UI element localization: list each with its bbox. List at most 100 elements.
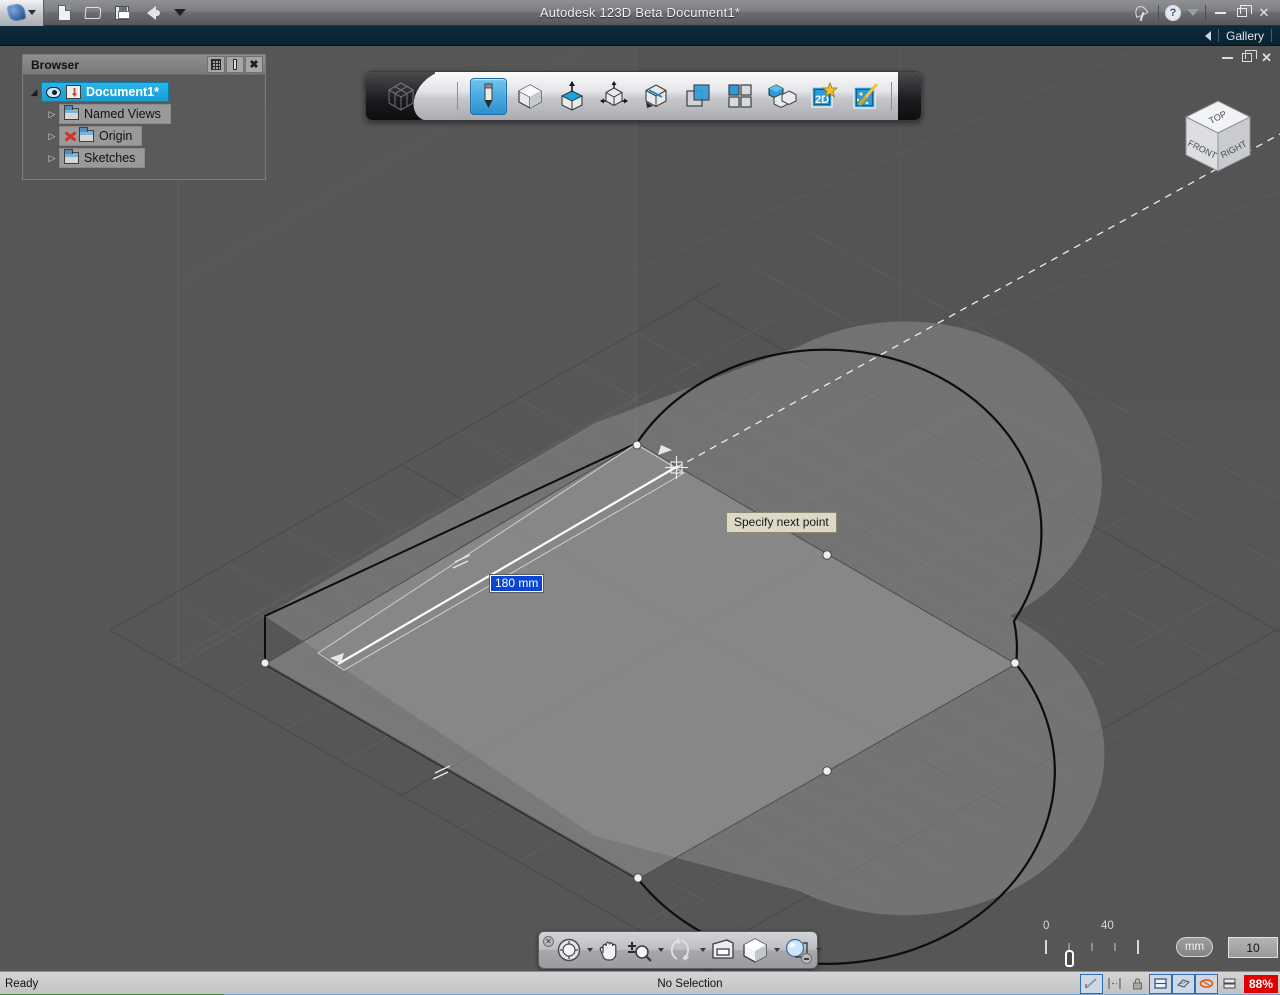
window-close-button[interactable]: ✕ [1256, 5, 1272, 21]
chevron-down-icon [174, 9, 186, 16]
steering-wheel-button[interactable] [555, 935, 583, 965]
app-window: Autodesk 123D Beta Document1* ? ✕ Galler… [0, 0, 1280, 995]
help-chevron-down-icon[interactable] [1187, 9, 1199, 16]
tree-node-named-views[interactable]: Named Views [59, 104, 171, 124]
scale-ruler[interactable] [1045, 940, 1165, 954]
orbit-dropdown[interactable] [700, 948, 706, 952]
expander-icon[interactable]: ▷ [45, 153, 59, 164]
command-tooltip: Specify next point [726, 512, 837, 533]
open-document-button[interactable] [83, 3, 103, 23]
collapse-left-arrow-icon[interactable] [1205, 31, 1211, 41]
new-document-button[interactable] [54, 3, 74, 23]
window-minimize-button[interactable] [1212, 5, 1228, 21]
pattern-tool-button[interactable] [638, 78, 675, 115]
tree-node-label: Origin [99, 129, 132, 143]
browser-tree: ◢ Document1* ▷ Named Views ▷ [23, 75, 265, 179]
show-motion-dropdown[interactable] [816, 948, 822, 952]
doc-minimize-button[interactable] [1222, 57, 1233, 59]
smart-tool-button[interactable] [848, 78, 885, 115]
pencil-icon [475, 81, 501, 111]
group-tool-button[interactable] [764, 78, 801, 115]
undo-button[interactable] [141, 3, 161, 23]
gallery-label[interactable]: Gallery [1226, 29, 1264, 43]
zoom-button[interactable] [625, 935, 654, 965]
plane-button[interactable] [1172, 974, 1195, 994]
ruler-tick [1114, 943, 1116, 951]
dimension-input-box[interactable]: 180 mm [489, 574, 544, 593]
application-menu-button[interactable] [0, 0, 44, 26]
status-bar-buttons: 88% [1080, 974, 1280, 994]
ruler-tick [1045, 940, 1047, 954]
arrange-tool-button[interactable] [722, 78, 759, 115]
title-bar: Autodesk 123D Beta Document1* ? ✕ [0, 0, 1280, 26]
navbar-close-button[interactable]: ✕ [543, 936, 554, 947]
help-question-icon[interactable]: ? [1165, 5, 1181, 21]
document-window-controls: ✕ [1222, 52, 1272, 63]
gallery-tab[interactable]: Gallery [1205, 29, 1280, 43]
orange-loop-icon [1199, 976, 1214, 991]
expander-icon[interactable]: ◢ [27, 87, 41, 98]
divider [1271, 29, 1272, 42]
expander-icon[interactable]: ▷ [45, 131, 59, 142]
orbit-button[interactable] [666, 935, 696, 965]
divider [891, 82, 892, 110]
sketch-tool-button[interactable] [470, 78, 507, 115]
drawing-2d-tool-button[interactable]: 2D [806, 78, 843, 115]
pan-button[interactable] [595, 935, 623, 965]
tree-row-origin: ▷ Origin [27, 125, 261, 147]
scale-drag-cursor[interactable] [1065, 950, 1074, 967]
snap-grid-button[interactable] [1149, 974, 1172, 994]
2d-star-icon: 2D [810, 82, 838, 110]
visual-style-button[interactable] [740, 935, 770, 965]
doc-close-button[interactable]: ✕ [1261, 52, 1272, 63]
browser-dots-button[interactable] [226, 56, 244, 73]
window-title: Autodesk 123D Beta Document1* [0, 5, 1280, 20]
tree-node-sketches[interactable]: Sketches [59, 148, 145, 168]
view-layout-button[interactable] [1218, 974, 1241, 994]
autodesk-logo-icon [6, 2, 26, 22]
modify-tool-button[interactable] [596, 78, 633, 115]
dimension-button[interactable] [1103, 974, 1126, 994]
tree-node-origin[interactable]: Origin [59, 126, 142, 146]
3d-viewport[interactable]: Browser ✖ ◢ Document1* [0, 46, 1280, 971]
ruler-tick [1137, 940, 1139, 954]
browser-close-button[interactable]: ✖ [245, 56, 263, 73]
steering-wheel-dropdown[interactable] [587, 948, 593, 952]
magic-wand-icon [852, 82, 880, 110]
scale-tick-label-end: 40 [1101, 920, 1114, 932]
scale-value-right[interactable]: 10 [1228, 937, 1278, 958]
loop-button[interactable] [1195, 974, 1218, 994]
tree-node-document1[interactable]: Document1* [41, 82, 169, 102]
sketch-constraint-button[interactable] [1080, 974, 1103, 994]
doc-restore-button[interactable] [1242, 53, 1252, 62]
tree-node-label: Document1* [86, 85, 159, 99]
customize-qat-button[interactable] [170, 3, 190, 23]
close-icon: ✖ [249, 60, 258, 70]
toolbar-home-button[interactable] [366, 71, 435, 121]
primitives-tool-button[interactable] [512, 78, 549, 115]
construct-tool-button[interactable] [554, 78, 591, 115]
visual-style-dropdown[interactable] [774, 948, 780, 952]
ruler-tick [1091, 943, 1093, 951]
progress-percent-badge[interactable]: 88% [1244, 975, 1278, 993]
satellite-button[interactable] [1132, 3, 1152, 23]
eye-icon[interactable] [46, 87, 61, 98]
expander-icon[interactable]: ▷ [45, 109, 59, 120]
toolbar-handle[interactable] [898, 71, 922, 121]
dimension-value[interactable]: 180 mm [491, 576, 542, 591]
lock-button[interactable] [1126, 974, 1149, 994]
units-button[interactable]: mm [1176, 937, 1213, 957]
combine-tool-button[interactable] [680, 78, 717, 115]
toolbar-tools: 2D [464, 78, 885, 115]
browser-grid-button[interactable] [207, 56, 225, 73]
blue-block-stack-icon [767, 82, 797, 110]
satellite-dish-icon [1133, 5, 1151, 21]
navbar-resize-grip[interactable] [801, 953, 812, 964]
zoom-dropdown[interactable] [658, 948, 664, 952]
window-maximize-button[interactable] [1234, 5, 1250, 21]
look-at-button[interactable] [708, 935, 738, 965]
save-document-button[interactable] [112, 3, 132, 23]
stacked-view-icon [1222, 976, 1237, 991]
view-cube[interactable]: TOP FRONT RIGHT [1170, 91, 1266, 181]
tree-row-named-views: ▷ Named Views [27, 103, 261, 125]
